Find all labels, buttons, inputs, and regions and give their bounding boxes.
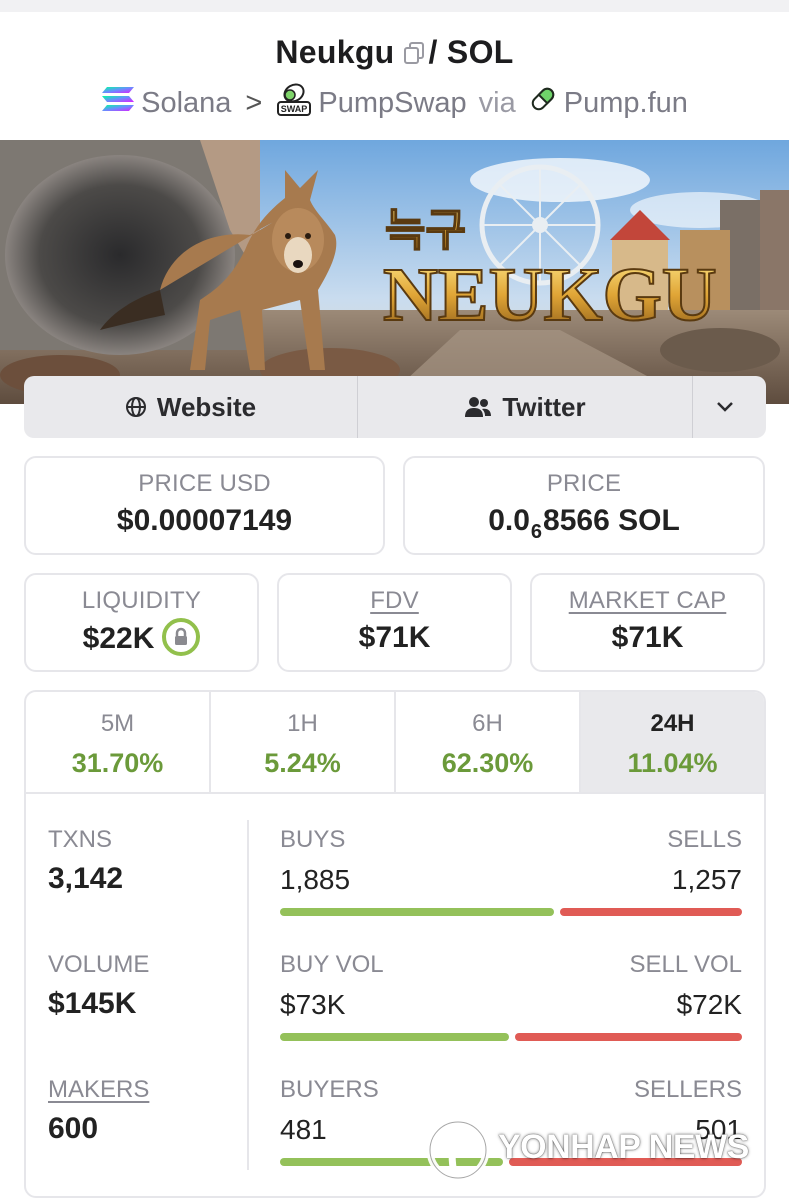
pair-title: Neukgu / SOL (0, 34, 789, 71)
buys-value: 1,885 (280, 864, 351, 895)
price-native-label: PRICE (546, 470, 622, 497)
buyers-label: BUYERS (280, 1076, 379, 1103)
buys-sells-split: BUYS SELLS 1,885 1,257 (280, 826, 742, 916)
globe-icon (125, 397, 146, 417)
buy-volume-bar (280, 1033, 509, 1041)
sells-value: 1,257 (671, 864, 742, 895)
tab-change: 11.04% (627, 748, 718, 778)
yonhap-news-watermark: YONHAP NEWS (424, 1112, 784, 1186)
market-cap-label[interactable]: MARKET CAP (532, 587, 763, 615)
market-cap-card: MARKET CAP $71K (530, 573, 765, 672)
yonhap-logo-icon (426, 1118, 490, 1182)
tab-label: 6H (472, 710, 503, 737)
sell-vol-value: $72K (676, 989, 742, 1020)
twitter-label: Twitter (502, 391, 586, 422)
timeframe-tabs: 5M 31.70% 1H 5.24% 6H 62.30% 24H 11.04% (26, 692, 764, 794)
tab-change: 5.24% (264, 748, 341, 778)
status-strip (0, 0, 789, 12)
fdv-card: FDV $71K (277, 573, 512, 672)
volume-label: VOLUME (48, 951, 150, 978)
buy-vol-label: BUY VOL (280, 951, 384, 978)
tab-label: 5M (100, 710, 135, 737)
buys-label: BUYS (280, 826, 346, 853)
price-native-zero-count: 6 (530, 521, 543, 543)
price-native-suffix: 8566 SOL (543, 504, 680, 537)
tab-label: 24H (650, 710, 695, 737)
fdv-value: $71K (358, 621, 431, 654)
tab-5m[interactable]: 5M 31.70% (26, 692, 211, 792)
tab-change: 62.30% (441, 748, 534, 778)
buy-sell-volume-split: BUY VOL SELL VOL $73K $72K (280, 951, 742, 1041)
tab-1h[interactable]: 1H 5.24% (211, 692, 396, 792)
tab-24h[interactable]: 24H 11.04% (581, 692, 764, 792)
breadcrumb-separator: > (245, 86, 263, 119)
price-usd-card: PRICE USD $0.00007149 (24, 456, 385, 555)
quote-token: / SOL (428, 34, 514, 70)
txns-label: TXNS (48, 826, 113, 853)
sell-volume-bar (515, 1033, 742, 1041)
liquidity-label: LIQUIDITY (81, 587, 202, 614)
sells-label: SELLS (667, 826, 742, 853)
solana-icon (101, 86, 135, 120)
copy-icon[interactable] (403, 36, 425, 64)
token-banner-image: 늑구 NEUKGU (0, 140, 789, 404)
pumpswap-icon: SWAP (276, 82, 312, 124)
stats-divider (247, 820, 249, 1170)
swap-badge-text: SWAP (281, 104, 308, 114)
price-usd-label: PRICE USD (138, 470, 271, 497)
launchpad-link[interactable]: Pump.fun (564, 87, 688, 120)
chain-link[interactable]: Solana (141, 87, 231, 120)
pair-header: Neukgu / SOL Solana > SWAP PumpSwap via (0, 12, 789, 140)
makers-value: 600 (48, 1112, 99, 1145)
via-text: via (478, 86, 516, 119)
volume-value: $145K (48, 987, 137, 1020)
social-links-bar: Website Twitter (24, 376, 766, 438)
watermark-text: YONHAP NEWS (498, 1128, 749, 1166)
buyers-value: 481 (280, 1114, 327, 1145)
pumpfun-pill-icon (528, 84, 558, 122)
banner-title-text: NEUKGU (383, 253, 717, 337)
tab-change: 31.70% (71, 748, 164, 778)
dex-link[interactable]: PumpSwap (318, 87, 466, 120)
volume-bar (280, 1033, 742, 1041)
chevron-down-icon (716, 402, 733, 412)
users-icon (465, 397, 492, 417)
makers-stat: MAKERS 600 (48, 1076, 149, 1146)
buys-sells-bar (280, 908, 742, 916)
tab-6h[interactable]: 6H 62.30% (396, 692, 581, 792)
twitter-button[interactable]: Twitter (358, 376, 693, 438)
makers-label[interactable]: MAKERS (48, 1076, 149, 1104)
price-native-value: 0.068566 SOL (405, 504, 763, 544)
liquidity-card: LIQUIDITY $22K (24, 573, 259, 672)
token-name: Neukgu (275, 34, 395, 70)
txns-value: 3,142 (48, 862, 124, 895)
price-native-card: PRICE 0.068566 SOL (403, 456, 765, 555)
fdv-label[interactable]: FDV (279, 587, 510, 615)
website-label: Website (156, 391, 257, 422)
liquidity-lock-icon[interactable] (162, 618, 201, 656)
liquidity-value-row: $22K (26, 618, 257, 659)
sells-bar (560, 908, 742, 916)
breadcrumb: Solana > SWAP PumpSwap via Pump.fun (0, 82, 789, 124)
market-cap-value: $71K (611, 621, 684, 654)
banner-korean-text: 늑구 (385, 205, 466, 256)
more-links-button[interactable] (693, 376, 766, 438)
volume-stat: VOLUME $145K (48, 951, 149, 1021)
price-native-prefix: 0.0 (488, 504, 530, 537)
price-usd-value: $0.00007149 (116, 504, 293, 537)
buys-bar (280, 908, 554, 916)
liquidity-value: $22K (82, 621, 155, 655)
sell-vol-label: SELL VOL (629, 951, 742, 978)
txns-stat: TXNS 3,142 (48, 826, 123, 896)
sellers-label: SELLERS (633, 1076, 742, 1103)
tab-label: 1H (287, 710, 318, 737)
buy-vol-value: $73K (280, 989, 346, 1020)
website-button[interactable]: Website (24, 376, 358, 438)
